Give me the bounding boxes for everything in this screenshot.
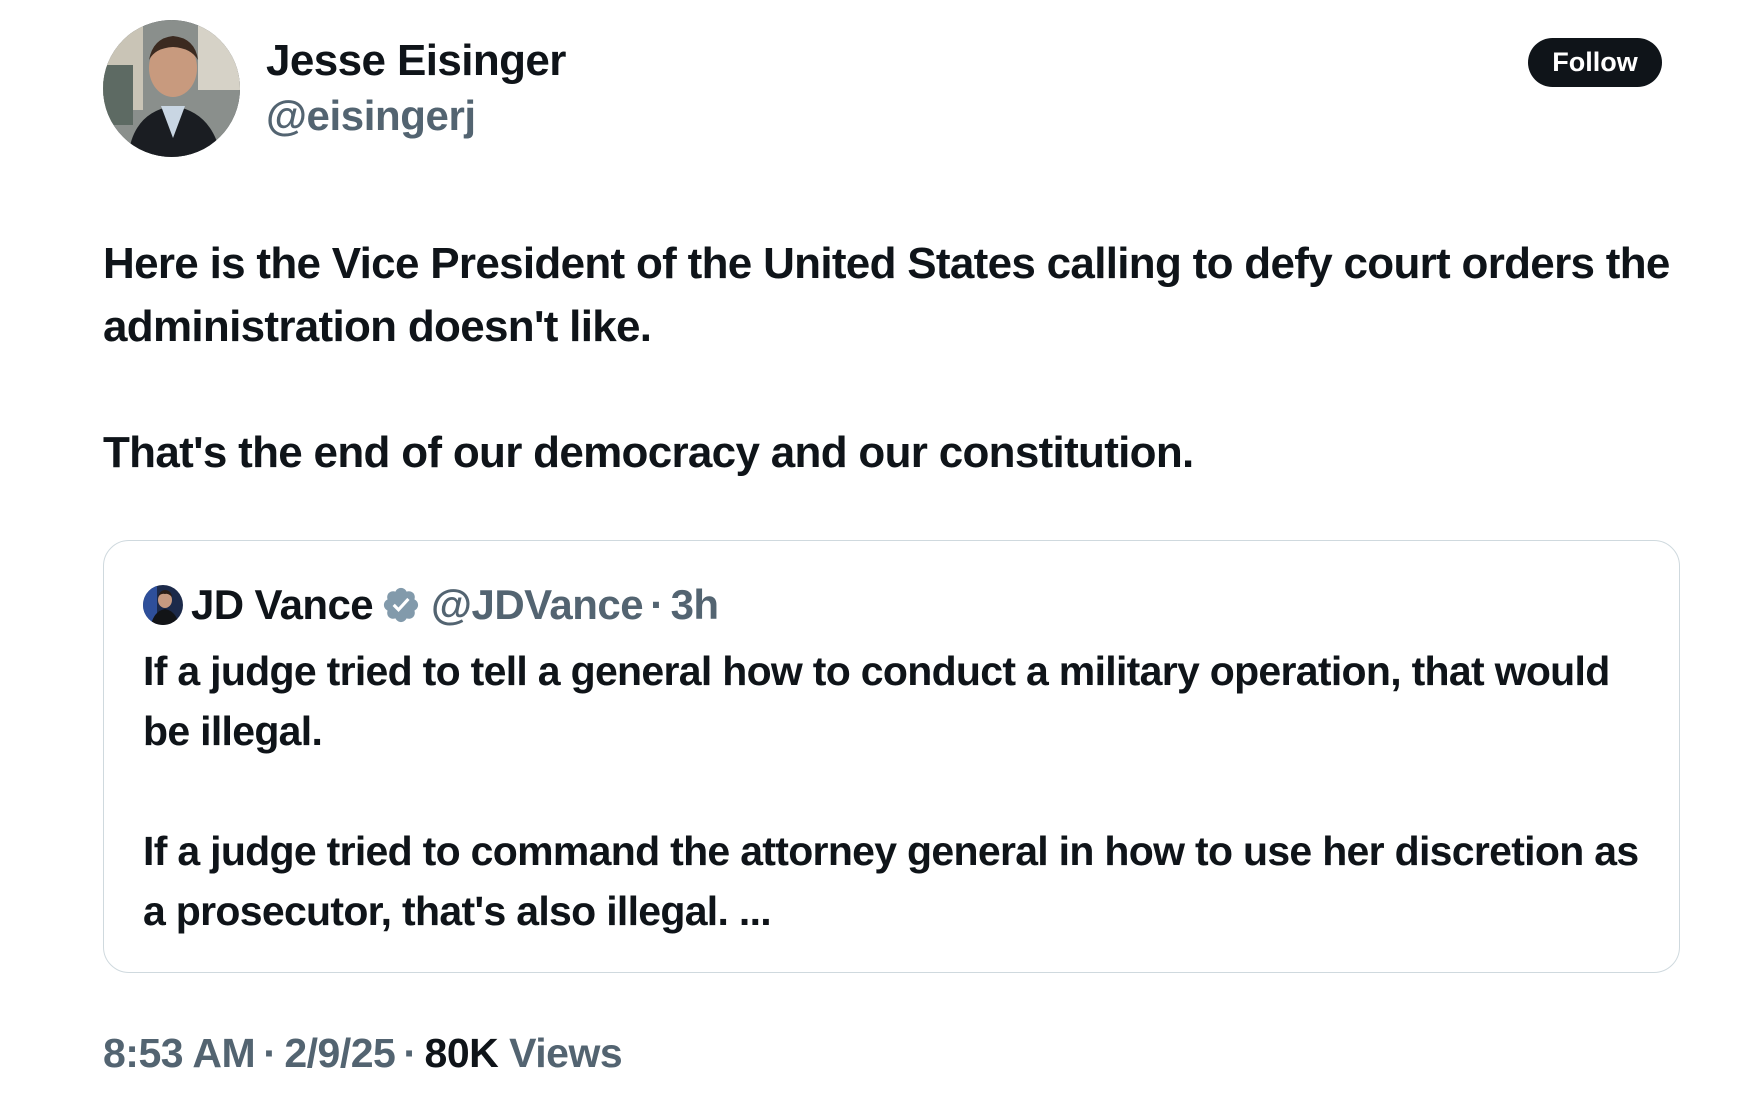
author-handle[interactable]: @eisingerj [266,92,476,140]
author-avatar[interactable] [103,20,240,157]
quoted-author-avatar[interactable] [143,585,183,625]
views-label: Views [509,1030,623,1076]
tweet-card: Jesse Eisinger @eisingerj Follow Here is… [0,0,1762,1112]
tweet-date[interactable]: 2/9/25 [284,1030,396,1076]
quoted-author-name[interactable]: JD Vance [191,581,374,629]
separator-dot: · [403,1030,417,1076]
quoted-tweet-header: JD Vance @JDVance · 3h [143,577,719,633]
separator-dot: · [650,581,664,628]
verified-badge-icon [383,587,419,623]
quoted-timestamp[interactable]: 3h [671,581,720,629]
tweet-text: Here is the Vice President of the United… [103,232,1683,484]
tweet-meta: 8:53 AM · 2/9/25 · 80K Views [103,1030,623,1077]
tweet-time[interactable]: 8:53 AM [103,1030,256,1076]
profile-photo-icon [103,20,240,157]
profile-photo-icon [143,585,183,625]
author-name[interactable]: Jesse Eisinger [266,36,566,86]
quoted-tweet[interactable]: JD Vance @JDVance · 3h If a judge tried … [103,540,1680,973]
quoted-paragraph: If a judge tried to command the attorney… [143,828,1639,934]
quoted-author-handle[interactable]: @JDVance [431,581,644,629]
quoted-paragraph: If a judge tried to tell a general how t… [143,648,1610,754]
follow-button[interactable]: Follow [1528,38,1662,87]
separator-dot: · [263,1030,277,1076]
quoted-tweet-text: If a judge tried to tell a general how t… [143,641,1643,941]
tweet-paragraph: Here is the Vice President of the United… [103,239,1670,351]
views-count[interactable]: 80K [425,1030,499,1076]
tweet-paragraph: That's the end of our democracy and our … [103,428,1194,477]
